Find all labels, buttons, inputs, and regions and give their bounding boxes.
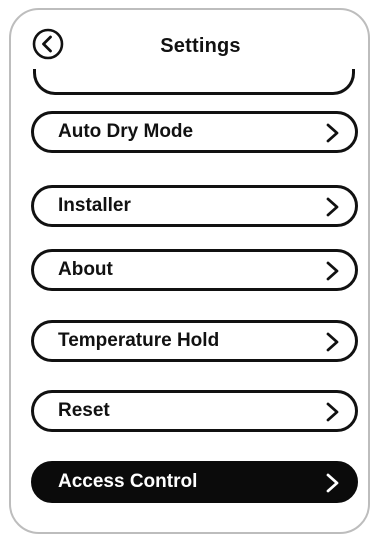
menu-item-label: Installer xyxy=(58,195,131,216)
chevron-right-icon xyxy=(326,197,339,217)
chevron-right-icon xyxy=(326,123,339,143)
chevron-right-icon xyxy=(326,402,339,422)
chevron-right-icon xyxy=(326,332,339,352)
menu-item-access-control[interactable]: Access Control xyxy=(31,461,358,503)
menu-item-reset[interactable]: Reset xyxy=(31,390,358,432)
menu-item-label: Access Control xyxy=(58,471,198,492)
menu-item-label: Auto Dry Mode xyxy=(58,121,194,142)
page-title: Settings xyxy=(160,35,241,57)
menu-item-temperature-hold[interactable]: Temperature Hold xyxy=(31,320,358,362)
chevron-right-icon xyxy=(326,261,339,281)
menu-item-label: Reset xyxy=(58,400,110,421)
menu-item-label: Temperature Hold xyxy=(58,330,220,351)
menu-item-about[interactable]: About xyxy=(31,249,358,291)
menu-item-label: About xyxy=(58,259,113,280)
chevron-right-icon xyxy=(326,473,339,493)
scrolled-item-edge xyxy=(33,69,355,95)
menu-item-installer[interactable]: Installer xyxy=(31,185,358,227)
device-screen: Settings Auto Dry Mode Installer About T… xyxy=(9,8,370,534)
menu-item-auto-dry-mode[interactable]: Auto Dry Mode xyxy=(31,111,358,153)
